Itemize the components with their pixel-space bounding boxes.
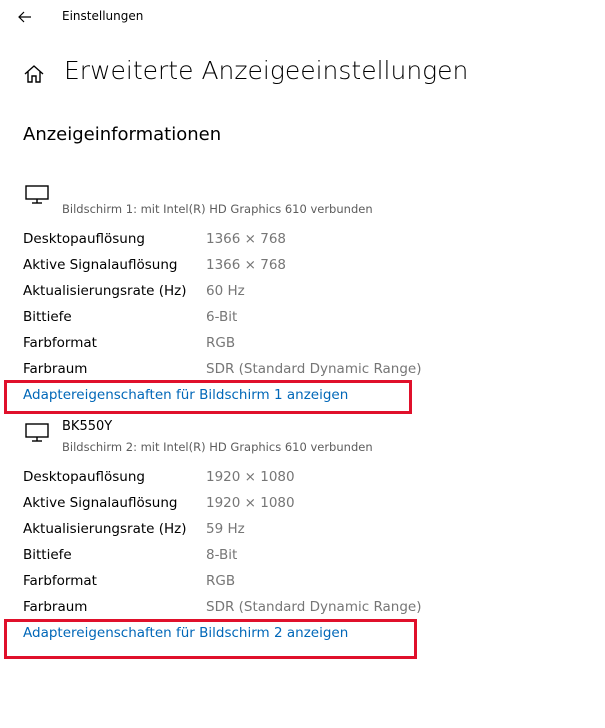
display-1-row-value: 60 Hz (206, 283, 245, 299)
home-icon[interactable] (23, 63, 45, 85)
display-2-name: BK550Y (62, 419, 113, 434)
display-2-row-value: 59 Hz (206, 521, 245, 537)
display-1-row-label: Aktive Signalauflösung (23, 257, 178, 273)
display-1-row-value: SDR (Standard Dynamic Range) (206, 361, 422, 377)
display-1-row-label: Bittiefe (23, 309, 72, 325)
app-title: Einstellungen (62, 9, 144, 23)
display-2-row-value: SDR (Standard Dynamic Range) (206, 599, 422, 615)
highlight-box-2 (4, 619, 417, 659)
display-1-row-label: Aktualisierungsrate (Hz) (23, 283, 187, 299)
display-1-subtitle: Bildschirm 1: mit Intel(R) HD Graphics 6… (62, 202, 373, 216)
display-2-row-label: Aktualisierungsrate (Hz) (23, 521, 187, 537)
monitor-icon (25, 185, 49, 204)
page-title: Erweiterte Anzeigeeinstellungen (64, 56, 469, 85)
display-1-row-label: Desktopauflösung (23, 231, 145, 247)
display-1-row-label: Farbformat (23, 335, 97, 351)
display-2-row-value: 8-Bit (206, 547, 238, 563)
display-1-row-value: 1366 × 768 (206, 231, 287, 247)
display-2-row-label: Farbraum (23, 599, 88, 615)
highlight-box-1 (4, 380, 412, 414)
display-2-row-value: RGB (206, 573, 236, 589)
display-2-subtitle: Bildschirm 2: mit Intel(R) HD Graphics 6… (62, 440, 373, 454)
back-arrow-icon (18, 11, 31, 23)
settings-window: Einstellungen Erweiterte Anzeigeeinstell… (0, 0, 605, 728)
display-2-row-label: Desktopauflösung (23, 469, 145, 485)
display-1-row-value: 6-Bit (206, 309, 238, 325)
display-1-row-label: Farbraum (23, 361, 88, 377)
monitor-icon (25, 423, 49, 442)
display-2-row-label: Bittiefe (23, 547, 72, 563)
display-2-row-value: 1920 × 1080 (206, 495, 295, 511)
display-1-row-value: 1366 × 768 (206, 257, 287, 273)
display-2-row-value: 1920 × 1080 (206, 469, 295, 485)
title-bar: Einstellungen (0, 0, 605, 34)
display-2-row-label: Farbformat (23, 573, 97, 589)
display-1-row-value: RGB (206, 335, 236, 351)
back-button[interactable] (14, 6, 36, 28)
section-title: Anzeigeinformationen (23, 124, 222, 145)
display-2-row-label: Aktive Signalauflösung (23, 495, 178, 511)
